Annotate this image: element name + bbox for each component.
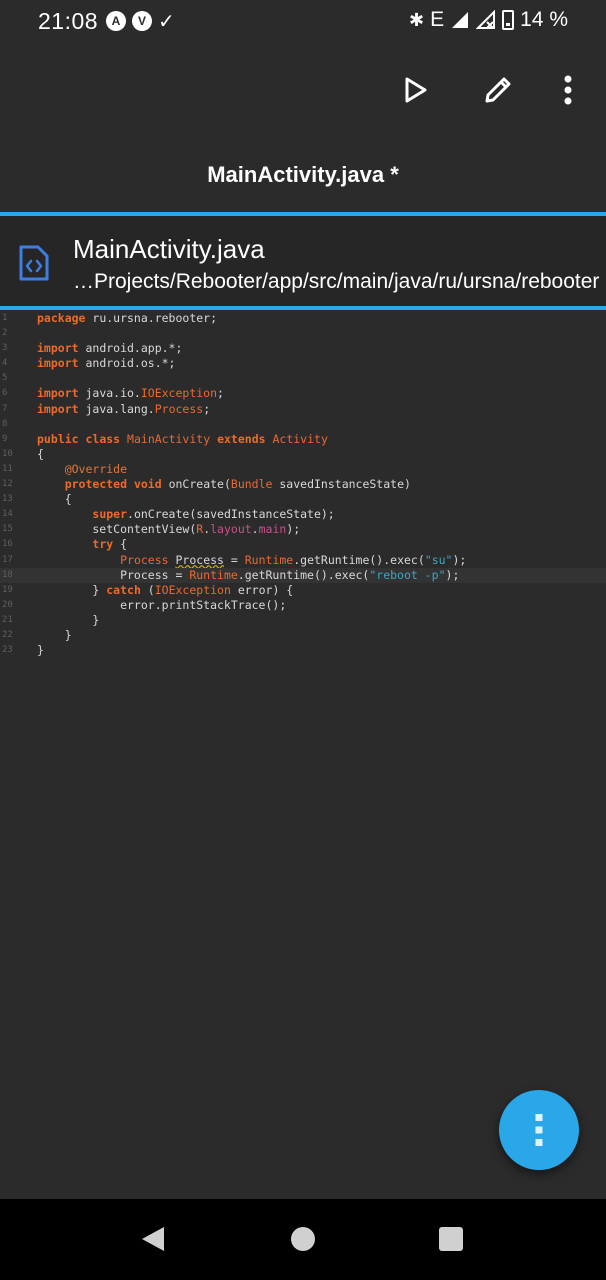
line-number: 23 xyxy=(2,645,13,656)
line-number: 2 xyxy=(2,328,8,339)
line-number: 12 xyxy=(2,479,13,490)
code-line[interactable]: 11 @Override xyxy=(0,462,606,477)
status-right-icons: ✱ E 14 % xyxy=(409,8,568,32)
play-icon xyxy=(405,77,427,103)
line-number: 22 xyxy=(2,629,13,640)
signal-2-icon xyxy=(476,10,496,29)
code-text: import java.lang.Process; xyxy=(37,401,211,416)
line-number: 10 xyxy=(2,448,13,459)
code-line[interactable]: 7 import java.lang.Process; xyxy=(0,402,606,417)
code-line[interactable]: 10 { xyxy=(0,447,606,462)
code-line[interactable]: 17 Process Process = Runtime.getRuntime(… xyxy=(0,553,606,568)
code-line[interactable]: 12 protected void onCreate(Bundle savedI… xyxy=(0,477,606,492)
signal-icon xyxy=(452,12,469,28)
file-header-bottom-border xyxy=(0,306,606,310)
code-line[interactable]: 22 } xyxy=(0,628,606,643)
back-icon[interactable] xyxy=(140,1225,166,1253)
code-text: } xyxy=(37,643,44,658)
page-title: MainActivity.java * xyxy=(207,162,399,187)
line-number: 19 xyxy=(2,584,13,595)
code-text: Process Process = Runtime.getRuntime().e… xyxy=(120,552,467,567)
file-path: …Projects/Rebooter/app/src/main/java/ru/… xyxy=(73,270,600,293)
check-icon: ✓ xyxy=(158,10,175,33)
code-line[interactable]: 3 import android.app.*; xyxy=(0,341,606,356)
file-header[interactable]: MainActivity.java …Projects/Rebooter/app… xyxy=(0,216,606,306)
code-file-icon xyxy=(19,245,49,281)
line-number: 18 xyxy=(2,569,13,580)
code-text: } xyxy=(37,627,72,642)
pencil-icon xyxy=(485,77,511,103)
line-number: 8 xyxy=(2,418,8,429)
code-text: Process = Runtime.getRuntime().exec("reb… xyxy=(37,567,460,582)
code-line[interactable]: 13 { xyxy=(0,492,606,507)
code-text: package ru.ursna.rebooter; xyxy=(37,311,218,325)
line-number: 20 xyxy=(2,599,13,610)
line-number: 17 xyxy=(2,554,13,565)
notification-a-icon: A xyxy=(106,11,126,31)
code-text: setContentView(R.layout.main); xyxy=(37,522,301,537)
code-text: { xyxy=(37,446,44,461)
code-text: super.onCreate(savedInstanceState); xyxy=(92,507,335,522)
line-number: 14 xyxy=(2,509,13,520)
line-number: 1 xyxy=(2,313,8,323)
run-button[interactable] xyxy=(394,68,438,112)
more-vert-icon xyxy=(535,1114,543,1146)
line-number: 3 xyxy=(2,343,8,354)
code-text: error.printStackTrace(); xyxy=(37,597,287,612)
file-name: MainActivity.java xyxy=(73,234,265,264)
battery-icon xyxy=(502,10,515,30)
code-text: @Override xyxy=(64,461,128,476)
code-line[interactable]: 4 import android.os.*; xyxy=(0,356,606,371)
network-type: E xyxy=(430,8,445,31)
code-line[interactable]: 8 xyxy=(0,417,606,432)
code-text: } catch (IOException error) { xyxy=(37,582,294,597)
fab-more-button[interactable] xyxy=(499,1090,579,1170)
code-line[interactable]: 18 Process = Runtime.getRuntime().exec("… xyxy=(0,567,606,583)
status-bar: 21:08 A V ✓ ✱ E 14 % xyxy=(0,0,606,42)
code-text: try { xyxy=(92,537,128,552)
code-line[interactable]: 16 try { xyxy=(0,537,606,552)
status-left-icons: A V ✓ xyxy=(106,9,175,33)
navigation-bar xyxy=(0,1199,606,1280)
code-line[interactable]: 20 error.printStackTrace(); xyxy=(0,598,606,613)
edit-button[interactable] xyxy=(476,68,520,112)
code-line[interactable]: 1 package ru.ursna.rebooter; xyxy=(0,311,606,326)
line-number: 16 xyxy=(2,539,13,550)
line-number: 7 xyxy=(2,403,8,414)
line-number: 15 xyxy=(2,524,13,535)
recents-icon[interactable] xyxy=(439,1227,463,1251)
code-line[interactable]: 19 } catch (IOException error) { xyxy=(0,583,606,598)
line-number: 13 xyxy=(2,494,13,505)
app-bar: MainActivity.java * xyxy=(0,42,606,212)
line-number: 5 xyxy=(2,373,8,384)
code-text: { xyxy=(37,492,72,507)
code-text: import android.app.*; xyxy=(37,341,183,356)
code-text: import android.os.*; xyxy=(37,356,176,371)
code-line[interactable]: 14 super.onCreate(savedInstanceState); xyxy=(0,507,606,522)
code-line[interactable]: 5 xyxy=(0,371,606,386)
code-line[interactable]: 6 import java.io.IOException; xyxy=(0,386,606,401)
code-text: public class MainActivity extends Activi… xyxy=(37,431,328,446)
code-editor[interactable]: 1 package ru.ursna.rebooter; 2 3 import andr… xyxy=(0,311,606,1199)
code-line[interactable]: 21 } xyxy=(0,613,606,628)
line-number: 6 xyxy=(2,388,8,399)
code-text: protected void onCreate(Bundle savedInst… xyxy=(64,477,411,492)
line-number: 9 xyxy=(2,433,8,444)
line-number: 11 xyxy=(2,463,13,474)
overflow-menu-button[interactable] xyxy=(546,68,590,112)
code-line[interactable]: 23} xyxy=(0,643,606,658)
code-line[interactable]: 2 xyxy=(0,326,606,341)
code-line[interactable]: 15 setContentView(R.layout.main); xyxy=(0,522,606,537)
more-vert-icon xyxy=(564,75,572,105)
notification-v-icon: V xyxy=(132,11,152,31)
bluetooth-icon: ✱ xyxy=(409,9,425,30)
line-number: 4 xyxy=(2,358,8,369)
code-text: import java.io.IOException; xyxy=(37,386,224,401)
code-line[interactable]: 9 public class MainActivity extends Activ… xyxy=(0,432,606,447)
line-number: 21 xyxy=(2,614,13,625)
code-text: } xyxy=(37,612,100,627)
home-icon[interactable] xyxy=(291,1227,315,1251)
status-time: 21:08 xyxy=(38,8,99,34)
battery-level: 14 % xyxy=(520,8,568,31)
